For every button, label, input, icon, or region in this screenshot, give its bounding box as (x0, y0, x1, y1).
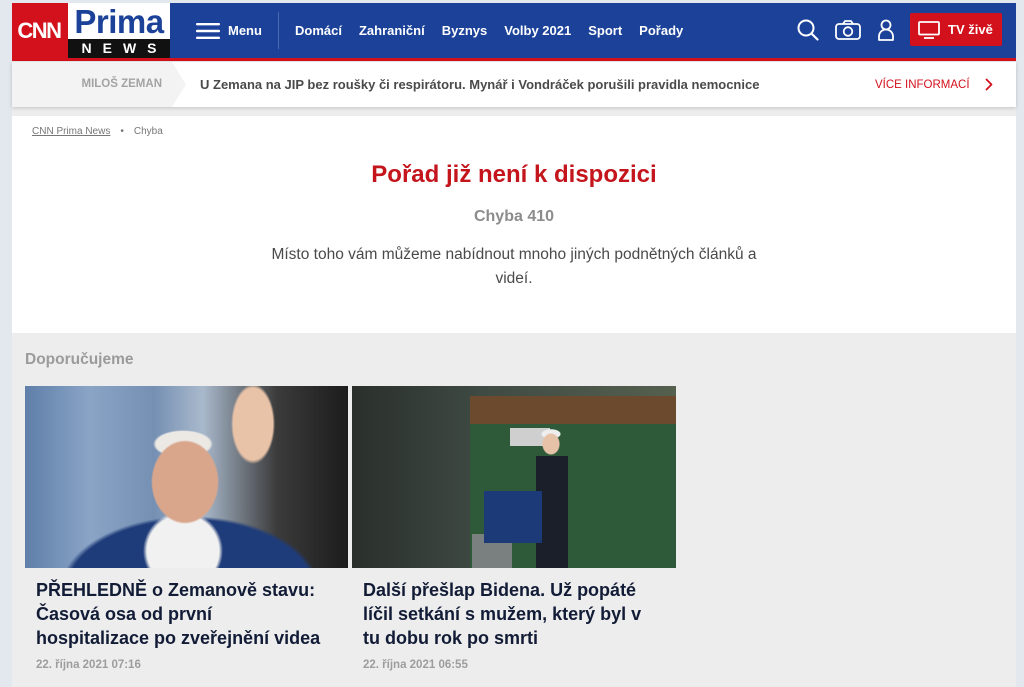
site-logo[interactable]: CNN Prima NEWS (12, 3, 170, 58)
camera-icon[interactable] (835, 19, 861, 41)
nav-item-sport[interactable]: Sport (588, 23, 622, 38)
article-card-body: PŘEHLEDNĚ o Zemanově stavu: Časová osa o… (25, 568, 348, 672)
menu-label: Menu (228, 23, 262, 38)
tv-live-label: TV živě (948, 22, 993, 37)
error-message: Místo toho vám můžeme nabídnout mnoho ji… (271, 246, 757, 287)
nav-item-volby[interactable]: Volby 2021 (504, 23, 571, 38)
more-info-label: VÍCE INFORMACÍ (875, 78, 970, 91)
hamburger-icon (196, 22, 220, 39)
recommended-section: Doporučujeme PŘEHLEDNĚ o Zemanově stavu:… (12, 333, 1016, 687)
page: CNN Prima NEWS Menu Domácí Zahraniční By… (0, 0, 1024, 687)
breaking-headline[interactable]: U Zemana na JIP bez roušky či respirátor… (200, 62, 759, 107)
article-card-body: Další přešlap Bidena. Už popáté líčil se… (352, 568, 676, 672)
breadcrumb-current: Chyba (133, 126, 163, 137)
main-nav: Domácí Zahraniční Byznys Volby 2021 Spor… (295, 3, 683, 58)
logo-prima-box: Prima NEWS (68, 3, 170, 58)
user-icon[interactable] (877, 19, 895, 41)
article-image[interactable] (352, 386, 676, 568)
header-divider (278, 12, 279, 49)
article-title[interactable]: Další přešlap Bidena. Už popáté líčil se… (363, 578, 653, 650)
more-info-link[interactable]: VÍCE INFORMACÍ (875, 62, 993, 107)
menu-button[interactable]: Menu (196, 3, 262, 58)
article-title[interactable]: PŘEHLEDNĚ o Zemanově stavu: Časová osa o… (36, 578, 326, 650)
error-panel: CNN Prima News • Chyba Pořad již není k … (12, 116, 1016, 333)
breaking-news-bar: MILOŠ ZEMAN U Zemana na JIP bez roušky č… (12, 62, 1016, 107)
tv-live-button[interactable]: TV živě (910, 13, 1002, 46)
breadcrumb: CNN Prima News • Chyba (32, 125, 163, 139)
article-date: 22. října 2021 07:16 (36, 659, 141, 671)
site-header: CNN Prima NEWS Menu Domácí Zahraniční By… (12, 3, 1016, 61)
nav-item-zahranici[interactable]: Zahraniční (359, 23, 425, 38)
logo-news: NEWS (68, 39, 170, 58)
nav-item-porady[interactable]: Pořady (639, 23, 683, 38)
error-code: Chyba 410 (473, 208, 555, 225)
tv-icon (918, 20, 940, 39)
article-card[interactable]: PŘEHLEDNĚ o Zemanově stavu: Časová osa o… (25, 386, 348, 672)
recommended-heading: Doporučujeme (25, 351, 134, 368)
nav-item-domaci[interactable]: Domácí (295, 23, 342, 38)
error-title: Pořad již není k dispozici (371, 161, 657, 188)
logo-cnn: CNN (12, 3, 68, 58)
article-image[interactable] (25, 386, 348, 568)
nav-item-byznys[interactable]: Byznys (442, 23, 488, 38)
chevron-right-icon (985, 78, 992, 91)
breadcrumb-separator: • (120, 126, 124, 137)
breadcrumb-home-link[interactable]: CNN Prima News (32, 125, 110, 139)
search-icon[interactable] (797, 19, 819, 41)
breaking-tag[interactable]: MILOŠ ZEMAN (12, 62, 186, 107)
logo-prima: Prima (74, 3, 164, 40)
article-date: 22. října 2021 06:55 (363, 659, 468, 671)
article-card[interactable]: Další přešlap Bidena. Už popáté líčil se… (352, 386, 676, 672)
